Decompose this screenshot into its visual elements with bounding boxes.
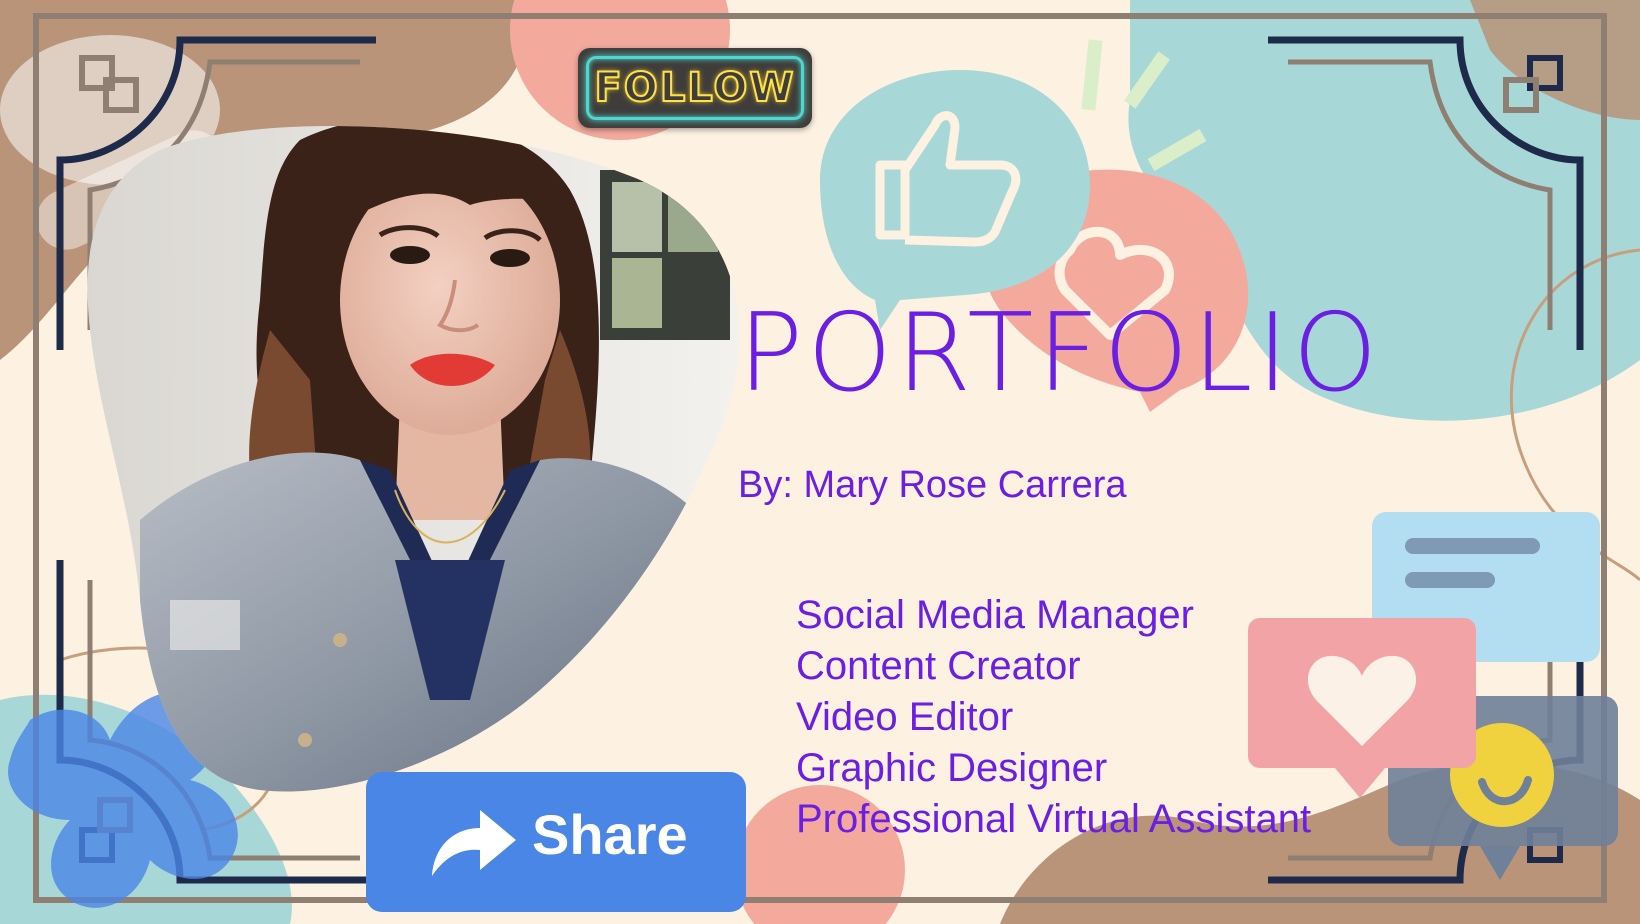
- share-button-label: Share: [532, 803, 688, 866]
- follow-button-neon-frame: FOLLOW: [586, 56, 804, 120]
- role-item: Social Media Manager: [796, 593, 1194, 637]
- role-item: Graphic Designer: [796, 746, 1108, 790]
- role-list: Social Media Manager Content Creator Vid…: [796, 590, 1311, 845]
- share-arrow-icon: [432, 810, 516, 876]
- role-item: Content Creator: [796, 644, 1081, 688]
- share-button[interactable]: Share: [366, 772, 746, 912]
- follow-button[interactable]: FOLLOW: [578, 48, 812, 128]
- page-title: PORTFOLIO: [738, 291, 1382, 416]
- role-item: Professional Virtual Assistant: [796, 797, 1312, 841]
- follow-button-label: FOLLOW: [593, 64, 796, 112]
- portfolio-slide: FOLLOW PORTFOLIO By: Mary Rose Carrera S…: [0, 0, 1640, 924]
- author-byline: By: Mary Rose Carrera: [738, 464, 1127, 506]
- role-item: Video Editor: [796, 695, 1014, 739]
